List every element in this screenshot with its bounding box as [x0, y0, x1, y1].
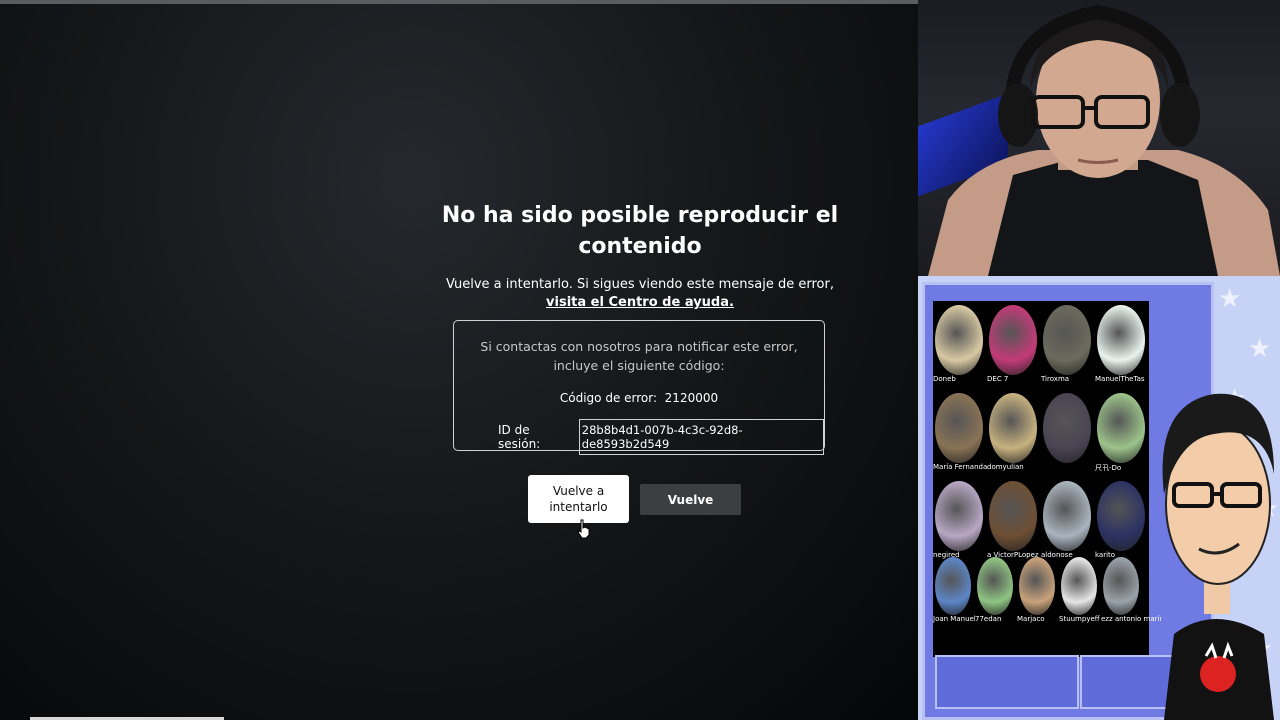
chat-avatar-item: a VictorPLopez [987, 477, 1041, 565]
star-icon: ★ [1218, 284, 1242, 314]
avatar-username: Doneb [933, 375, 956, 383]
error-code-box: Si contactas con nosotros para notificar… [453, 320, 825, 455]
chat-avatar-item: Marjaco [1017, 553, 1059, 641]
chat-avatar-item: Doneb [933, 301, 987, 389]
back-button[interactable]: Vuelve [640, 484, 741, 515]
avatar [935, 481, 983, 551]
avatar [989, 305, 1037, 375]
error-code-label: Código de error: [559, 391, 658, 405]
error-title: No ha sido posible reproducir el conteni… [441, 203, 839, 259]
avatar [1043, 305, 1091, 375]
avatar-username: 尺卂-Do [1095, 464, 1122, 472]
retry-button[interactable]: Vuelve a intentarlo [528, 475, 629, 523]
avatar-username: Tiroxma [1041, 375, 1070, 383]
avatar-username: ManuelTheTas [1095, 375, 1145, 383]
avatar [1043, 481, 1091, 551]
help-center-link[interactable]: visita el Centro de ayuda. [546, 295, 734, 310]
video-player: No ha sido posible reproducir el conteni… [0, 0, 918, 720]
session-line: ID de sesión: 28b8b4d1-007b-4c3c-92d8-de… [498, 419, 824, 455]
error-message-text: Vuelve a intentarlo. Si sigues viendo es… [445, 277, 834, 292]
avatar [1103, 557, 1139, 615]
error-message: Vuelve a intentarlo. Si sigues viendo es… [440, 276, 840, 312]
chat-avatar-item: DEC 7 [987, 301, 1041, 389]
avatar-username: María Fernanda [933, 463, 988, 471]
chat-avatar-item: 77edan [975, 553, 1017, 641]
chat-avatar-item: negired [933, 477, 987, 565]
avatar [935, 557, 971, 615]
chat-avatar-item: aldonose [1041, 477, 1095, 565]
avatar [989, 481, 1037, 551]
avatar [1097, 393, 1145, 463]
cartoon-mascot [1162, 393, 1274, 720]
avatar [1097, 481, 1145, 551]
chat-avatar-item: Stuumpyeff [1059, 553, 1101, 641]
webcam-feed [918, 0, 1280, 276]
avatar [1061, 557, 1097, 615]
contact-text: Si contactas con nosotros para notificar… [480, 339, 798, 373]
chat-avatar-item: 尺卂-Do [1095, 389, 1149, 477]
avatar-username: domyulian [987, 463, 1024, 471]
chat-avatar-item: domyulian [987, 389, 1041, 477]
avatar [977, 557, 1013, 615]
avatar-grid: Doneb DEC 7 Tiroxma ManuelTheTas María Ferna… [933, 301, 1161, 657]
chat-avatar-item: karito [1095, 477, 1149, 565]
chat-avatar-item: Tiroxma [1041, 301, 1095, 389]
avatar [935, 305, 983, 375]
streamer-figure [928, 4, 1280, 276]
chat-avatar-item: María Fernanda [933, 389, 987, 477]
session-id-label: ID de sesión: [498, 423, 541, 451]
avatar [989, 393, 1037, 463]
panel-slot [935, 655, 1079, 709]
star-icon: ★ [1248, 334, 1272, 364]
chat-avatar-item: ezz antonio marín [1101, 553, 1161, 641]
chat-avatar-item [1041, 389, 1095, 477]
avatar-username: DEC 7 [987, 375, 1009, 383]
avatar [1019, 557, 1055, 615]
avatar [935, 393, 983, 463]
avatar [1043, 393, 1091, 463]
hand-cursor-icon [577, 519, 590, 539]
error-code-line: Código de error: 2120000 [454, 391, 824, 405]
avatar-username: ezz antonio marín [1101, 615, 1161, 623]
session-id-field[interactable]: 28b8b4d1-007b-4c3c-92d8-de8593b2d549 [578, 419, 824, 455]
chat-avatar-item: ManuelTheTas [1095, 301, 1149, 389]
player-top-bar [0, 0, 918, 4]
chat-avatar-item: Joan Manuel [933, 553, 976, 641]
avatar [1097, 305, 1145, 375]
error-code-value: 2120000 [664, 391, 719, 405]
stream-overlay: ★ ★ ★ ★ ★ ★ DonebDEC 7TiroxmaManuelTheTa… [918, 276, 1280, 720]
